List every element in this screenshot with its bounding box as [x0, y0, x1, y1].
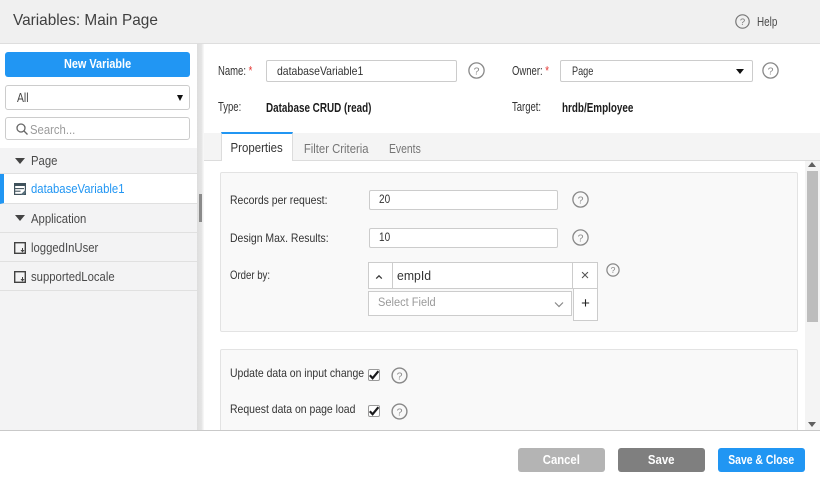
svg-text:?: ?	[578, 232, 584, 244]
svg-text:?: ?	[474, 65, 480, 77]
svg-text:?: ?	[611, 265, 616, 275]
svg-text:?: ?	[740, 17, 745, 28]
svg-text:?: ?	[578, 194, 584, 206]
svg-text:?: ?	[768, 65, 774, 77]
svg-text:?: ?	[397, 406, 403, 418]
svg-text:?: ?	[397, 370, 403, 382]
